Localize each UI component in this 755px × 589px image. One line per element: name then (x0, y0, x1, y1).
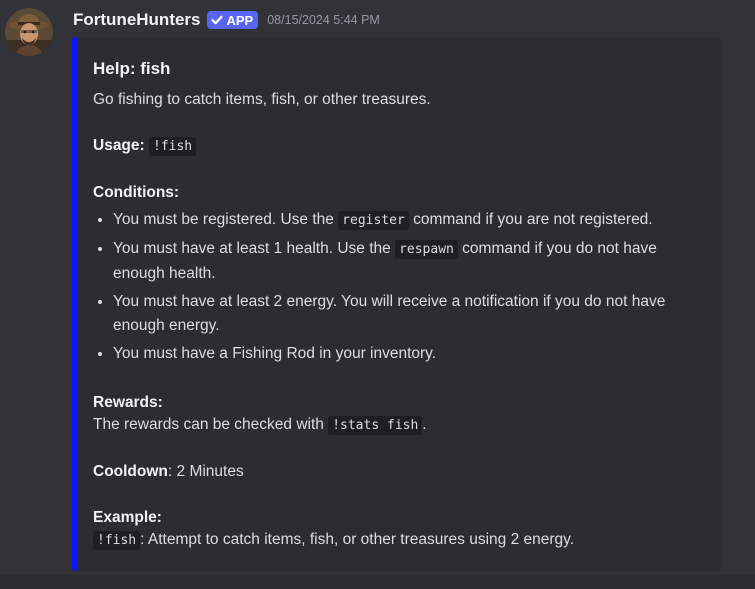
app-badge-label: APP (226, 12, 254, 28)
example-line: !fish: Attempt to catch items, fish, or … (93, 529, 706, 552)
condition-text: command if you are not registered. (408, 211, 653, 228)
cooldown-value: : 2 Minutes (167, 463, 244, 480)
avatar[interactable] (5, 8, 53, 56)
example-label: Example: (93, 509, 162, 526)
usage-code: !fish (149, 137, 197, 156)
app-badge: APP (206, 11, 259, 29)
cooldown-line: Cooldown: 2 Minutes (93, 461, 706, 483)
register-code: register (338, 211, 409, 230)
conditions-list: You must be registered. Use the register… (93, 208, 706, 366)
usage-label: Usage: (93, 137, 145, 154)
timestamp: 08/15/2024 5:44 PM (267, 13, 380, 27)
message-header: FortuneHunters APP 08/15/2024 5:44 PM (73, 9, 380, 31)
rewards-line: The rewards can be checked with !stats f… (93, 414, 706, 437)
list-item: You must have a Fishing Rod in your inve… (113, 342, 706, 366)
rewards-text: The rewards can be checked with (93, 416, 329, 433)
description-text: Go fishing to catch items, fish, or othe… (93, 91, 431, 108)
rewards-code: !stats fish (328, 416, 423, 435)
check-icon (210, 15, 223, 25)
respawn-code: respawn (395, 240, 458, 259)
username[interactable]: FortuneHunters (73, 10, 201, 30)
conditions-label: Conditions: (93, 184, 180, 201)
embed-title: Help: fish (93, 59, 171, 78)
list-item: You must have at least 1 health. Use the… (113, 237, 706, 286)
message-divider (0, 575, 755, 589)
embed: Help: fish Go fishing to catch items, fi… (72, 37, 722, 571)
cooldown-label: Cooldown (93, 463, 168, 480)
chat-message: FortuneHunters APP 08/15/2024 5:44 PM He… (0, 0, 755, 575)
list-item: You must have at least 2 energy. You wil… (113, 290, 706, 338)
condition-text: You must have at least 1 health. Use the (113, 240, 396, 257)
usage-line: Usage: !fish (93, 135, 706, 158)
rewards-label: Rewards: (93, 394, 163, 411)
embed-description: Go fishing to catch items, fish, or othe… (93, 89, 706, 552)
list-item: You must be registered. Use the register… (113, 208, 706, 233)
rewards-end: . (422, 416, 427, 433)
cowboy-hunter-avatar-icon (5, 8, 53, 56)
example-text: : Attempt to catch items, fish, or other… (140, 531, 575, 548)
condition-text: You must be registered. Use the (113, 211, 339, 228)
example-code: !fish (93, 531, 141, 550)
